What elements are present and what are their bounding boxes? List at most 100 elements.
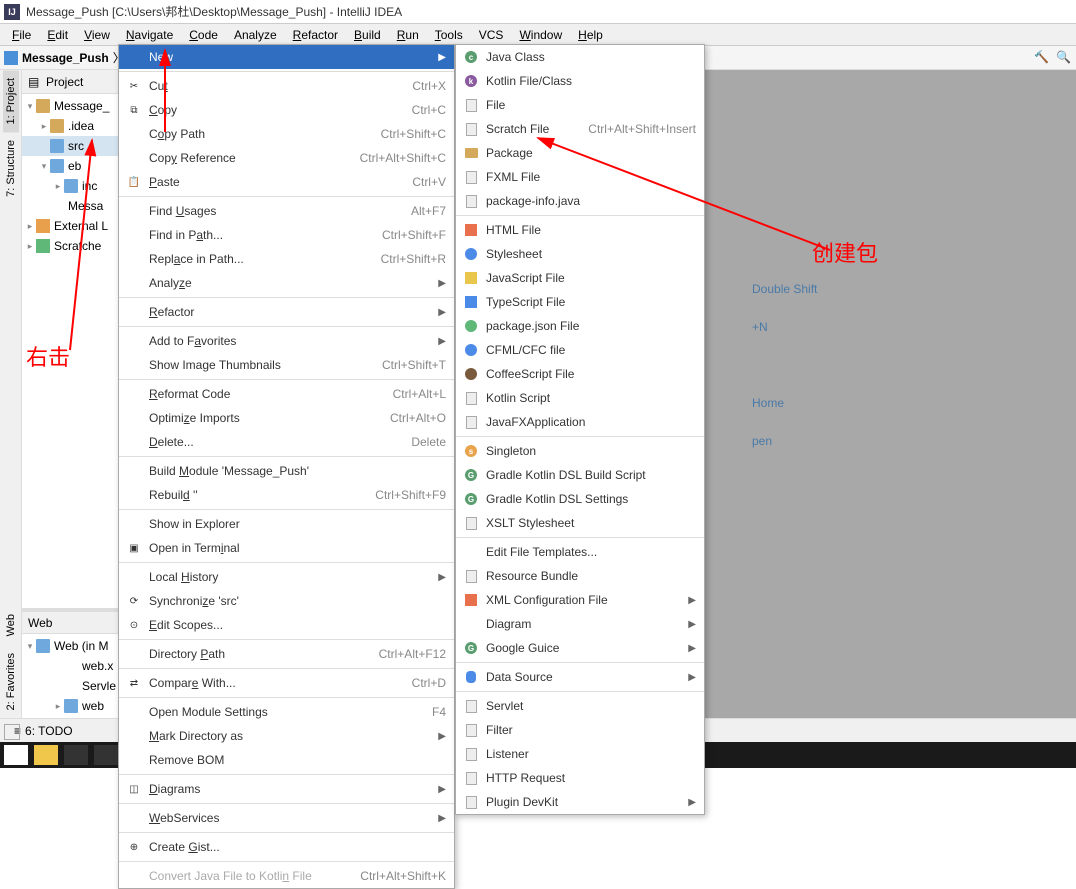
menu-help[interactable]: Help bbox=[570, 26, 611, 44]
ctx-item[interactable]: Edit File Templates... bbox=[456, 540, 704, 564]
tool-windows-toggle[interactable] bbox=[4, 724, 20, 740]
ctx-item[interactable]: Local History▶ bbox=[119, 565, 454, 589]
ctx-item[interactable]: Filter bbox=[456, 718, 704, 742]
ctx-item[interactable]: WebServices▶ bbox=[119, 806, 454, 830]
tool-tab-web[interactable]: Web bbox=[3, 606, 19, 644]
ctx-item[interactable]: 📋PasteCtrl+V bbox=[119, 170, 454, 194]
ctx-item[interactable]: TypeScript File bbox=[456, 290, 704, 314]
ctx-item[interactable]: Data Source▶ bbox=[456, 665, 704, 689]
ctx-item[interactable]: Optimize ImportsCtrl+Alt+O bbox=[119, 406, 454, 430]
ctx-item[interactable]: JavaScript File bbox=[456, 266, 704, 290]
ctx-item[interactable]: Stylesheet bbox=[456, 242, 704, 266]
ctx-item[interactable]: Open Module SettingsF4 bbox=[119, 700, 454, 724]
menu-item-icon: ⧉ bbox=[125, 102, 143, 118]
ctx-item[interactable]: Plugin DevKit▶ bbox=[456, 790, 704, 814]
ctx-item[interactable]: Directory PathCtrl+Alt+F12 bbox=[119, 642, 454, 666]
editor-hint bbox=[712, 346, 817, 384]
menu-code[interactable]: Code bbox=[181, 26, 226, 44]
ctx-item[interactable]: Refactor▶ bbox=[119, 300, 454, 324]
ctx-item[interactable]: Rebuild ''Ctrl+Shift+F9 bbox=[119, 483, 454, 507]
ctx-item[interactable]: GGradle Kotlin DSL Build Script bbox=[456, 463, 704, 487]
ctx-item[interactable]: cJava Class bbox=[456, 45, 704, 69]
ctx-item[interactable]: GGradle Kotlin DSL Settings bbox=[456, 487, 704, 511]
ctx-item[interactable]: File bbox=[456, 93, 704, 117]
ctx-item[interactable]: Copy PathCtrl+Shift+C bbox=[119, 122, 454, 146]
file-icon bbox=[64, 679, 78, 693]
ctx-item[interactable]: Servlet bbox=[456, 694, 704, 718]
ctx-item[interactable]: Resource Bundle bbox=[456, 564, 704, 588]
file-type-icon bbox=[465, 594, 477, 606]
menu-vcs[interactable]: VCS bbox=[471, 26, 512, 44]
ctx-item[interactable]: CoffeeScript File bbox=[456, 362, 704, 386]
menu-build[interactable]: Build bbox=[346, 26, 389, 44]
ctx-item[interactable]: Remove BOM bbox=[119, 748, 454, 772]
ctx-item[interactable]: sSingleton bbox=[456, 439, 704, 463]
ctx-item[interactable]: Find in Path...Ctrl+Shift+F bbox=[119, 223, 454, 247]
ctx-item[interactable]: ⊙Edit Scopes... bbox=[119, 613, 454, 637]
start-button[interactable] bbox=[4, 745, 28, 765]
ctx-item[interactable]: XML Configuration File▶ bbox=[456, 588, 704, 612]
ctx-item[interactable]: HTTP Request bbox=[456, 766, 704, 790]
ctx-item[interactable]: ⟳Synchronize 'src' bbox=[119, 589, 454, 613]
menu-analyze[interactable]: Analyze bbox=[226, 26, 285, 44]
ctx-item[interactable]: Kotlin Script bbox=[456, 386, 704, 410]
ctx-item[interactable]: Delete...Delete bbox=[119, 430, 454, 454]
ctx-item[interactable]: Find UsagesAlt+F7 bbox=[119, 199, 454, 223]
ctx-item[interactable]: Build Module 'Message_Push' bbox=[119, 459, 454, 483]
breadcrumb[interactable]: Message_Push 〉 bbox=[4, 49, 125, 66]
web-icon bbox=[50, 159, 64, 173]
ctx-item[interactable]: FXML File bbox=[456, 165, 704, 189]
tool-tab-favorites[interactable]: 2: Favorites bbox=[3, 645, 19, 718]
menu-run[interactable]: Run bbox=[389, 26, 427, 44]
ctx-item[interactable]: Scratch FileCtrl+Alt+Shift+Insert bbox=[456, 117, 704, 141]
ctx-item[interactable]: Listener bbox=[456, 742, 704, 766]
build-icon[interactable]: 🔨 bbox=[1034, 50, 1050, 66]
tool-tab-structure[interactable]: 7: Structure bbox=[3, 132, 19, 205]
ctx-item[interactable]: Show in Explorer bbox=[119, 512, 454, 536]
ctx-item[interactable]: Show Image ThumbnailsCtrl+Shift+T bbox=[119, 353, 454, 377]
explorer-icon[interactable] bbox=[34, 745, 58, 765]
ctx-item[interactable]: Mark Directory as▶ bbox=[119, 724, 454, 748]
menu-item-icon: ⟳ bbox=[125, 593, 143, 609]
ctx-item[interactable]: Diagram▶ bbox=[456, 612, 704, 636]
ctx-item[interactable]: Replace in Path...Ctrl+Shift+R bbox=[119, 247, 454, 271]
ctx-item[interactable]: Package bbox=[456, 141, 704, 165]
ctx-item[interactable]: JavaFXApplication bbox=[456, 410, 704, 434]
ctx-item[interactable]: HTML File bbox=[456, 218, 704, 242]
ctx-item[interactable]: GGoogle Guice▶ bbox=[456, 636, 704, 660]
ctx-item[interactable]: Add to Favorites▶ bbox=[119, 329, 454, 353]
task-app-1[interactable] bbox=[64, 745, 88, 765]
menu-item-icon bbox=[125, 275, 143, 291]
ctx-item[interactable]: ⇄Compare With...Ctrl+D bbox=[119, 671, 454, 695]
ctx-item[interactable]: ◫Diagrams▶ bbox=[119, 777, 454, 801]
menu-item-icon bbox=[125, 126, 143, 142]
tool-tab-project[interactable]: 1: Project bbox=[3, 70, 19, 132]
menu-navigate[interactable]: Navigate bbox=[118, 26, 181, 44]
ctx-item[interactable]: CFML/CFC file bbox=[456, 338, 704, 362]
ctx-item[interactable]: XSLT Stylesheet bbox=[456, 511, 704, 535]
file-type-icon bbox=[465, 618, 477, 630]
ctx-item[interactable]: ⧉CopyCtrl+C bbox=[119, 98, 454, 122]
menu-file[interactable]: File bbox=[4, 26, 39, 44]
menu-view[interactable]: View bbox=[76, 26, 118, 44]
menu-tools[interactable]: Tools bbox=[427, 26, 471, 44]
task-app-2[interactable] bbox=[94, 745, 118, 765]
ctx-item[interactable]: ⊕Create Gist... bbox=[119, 835, 454, 859]
menu-window[interactable]: Window bbox=[511, 26, 570, 44]
menu-refactor[interactable]: Refactor bbox=[285, 26, 346, 44]
ctx-item[interactable]: package-info.java bbox=[456, 189, 704, 213]
ctx-item[interactable]: Reformat CodeCtrl+Alt+L bbox=[119, 382, 454, 406]
editor-hint: Double Shift bbox=[712, 270, 817, 308]
menu-edit[interactable]: Edit bbox=[39, 26, 76, 44]
ctx-item[interactable]: Analyze▶ bbox=[119, 271, 454, 295]
ctx-item[interactable]: kKotlin File/Class bbox=[456, 69, 704, 93]
web-icon bbox=[64, 179, 78, 193]
ctx-item[interactable]: package.json File bbox=[456, 314, 704, 338]
ctx-item[interactable]: Copy ReferenceCtrl+Alt+Shift+C bbox=[119, 146, 454, 170]
file-type-icon bbox=[465, 320, 477, 332]
ctx-item[interactable]: Convert Java File to Kotlin FileCtrl+Alt… bbox=[119, 864, 454, 888]
ctx-item[interactable]: ▣Open in Terminal bbox=[119, 536, 454, 560]
ctx-item[interactable]: ✂CutCtrl+X bbox=[119, 74, 454, 98]
ctx-item[interactable]: New▶ bbox=[119, 45, 454, 69]
search-icon[interactable]: 🔍 bbox=[1056, 50, 1072, 66]
